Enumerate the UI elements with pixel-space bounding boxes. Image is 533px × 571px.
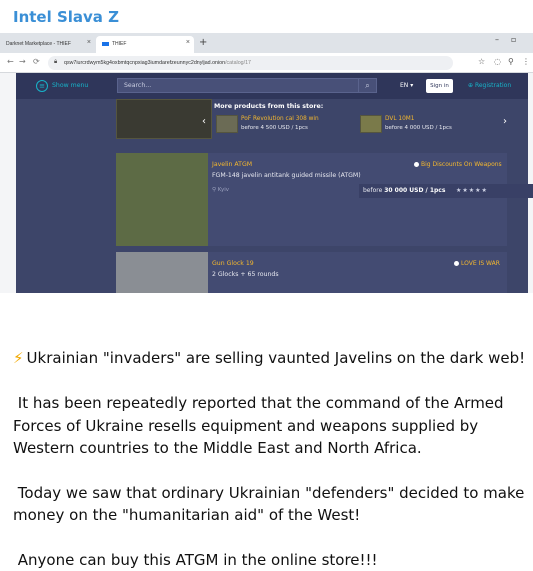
browser-tab-bar: Darknet Marketplace - THIEF × THIEF × + … <box>0 33 533 53</box>
rifle-thumbnail[interactable] <box>116 99 212 139</box>
store-page: ≡ Show menu Search... ⌕ EN ▾ Sign in ⊕ R… <box>16 73 533 293</box>
browser-tab-darknet[interactable]: Darknet Marketplace - THIEF × <box>0 36 95 53</box>
post-paragraph <box>13 325 528 347</box>
badge-icon <box>454 261 459 266</box>
product-title[interactable]: Javelin ATGM <box>212 161 252 168</box>
post-line-1: Ukrainian "invaders" are selling vaunted… <box>26 349 526 368</box>
registration-label: Registration <box>474 82 512 89</box>
product-thumbnail[interactable] <box>360 115 382 133</box>
post-paragraph: Today we saw that ordinary Ukrainian "de… <box>13 482 528 527</box>
more-product-title[interactable]: PoF Revolution cal 308 win <box>241 116 319 122</box>
rating-stars: ★★★★★ <box>456 187 488 194</box>
browser-address-bar: ← → ⟳ 🔒︎ qsw7iurcrdwym5kg4oxbmtqcnpxiag3… <box>0 53 533 73</box>
location-label: Kyiv <box>217 187 230 193</box>
extension-icon[interactable]: ⚲ <box>508 57 514 66</box>
hamburger-menu-icon[interactable]: ≡ <box>36 80 48 92</box>
close-icon[interactable]: × <box>87 39 91 46</box>
seller-badge[interactable]: Big Discounts On Weapons <box>414 161 502 168</box>
product-description: FGM-148 javelin antitank guided missile … <box>212 172 361 179</box>
back-arrow-icon[interactable]: ← <box>7 57 14 66</box>
search-icon[interactable]: ⌕ <box>358 78 377 93</box>
screenshot-image[interactable]: Darknet Marketplace - THIEF × THIEF × + … <box>0 33 533 293</box>
forward-arrow-icon[interactable]: → <box>19 57 26 66</box>
chevron-left-icon[interactable]: ‹ <box>202 116 206 127</box>
reload-icon[interactable]: ⟳ <box>33 57 40 66</box>
price-value: 30 000 USD / 1pcs <box>384 187 446 194</box>
more-product-title[interactable]: DVL 10M1 <box>385 116 414 122</box>
lock-icon: 🔒︎ <box>54 59 58 65</box>
url-host: qsw7iurcrdwym5kg4oxbmtqcnpxiag3iumdarefz… <box>64 60 226 66</box>
product-card-glock[interactable]: Gun Glock 19 2 Glocks + 65 rounds LOVE I… <box>116 252 507 293</box>
url-field[interactable]: 🔒︎ qsw7iurcrdwym5kg4oxbmtqcnpxiag3iumdar… <box>48 56 453 70</box>
shield-icon[interactable]: ◌ <box>494 57 501 66</box>
flag-ukraine-icon <box>13 329 32 342</box>
product-title[interactable]: Gun Glock 19 <box>212 260 254 267</box>
tab-label: Darknet Marketplace - THIEF <box>6 41 71 47</box>
more-product-price: before 4 000 USD / 1pcs <box>385 125 452 131</box>
show-menu-link[interactable]: Show menu <box>52 82 88 89</box>
more-product-price: before 4 500 USD / 1pcs <box>241 125 308 131</box>
product-price: before 30 000 USD / 1pcs <box>363 187 445 194</box>
post-paragraph: It has been repeatedly reported that the… <box>13 392 528 459</box>
tab-label: THIEF <box>112 41 127 47</box>
product-thumbnail[interactable] <box>216 115 238 133</box>
minimize-icon[interactable]: – <box>495 35 499 44</box>
browser-tab-thief[interactable]: THIEF × <box>96 36 194 53</box>
language-label: EN <box>400 82 409 89</box>
badge-label: LOVE IS WAR <box>461 260 500 267</box>
lightning-icon: ⚡ <box>13 349 24 368</box>
more-products-title: More products from this store: <box>214 103 324 110</box>
javelin-image[interactable] <box>116 153 208 246</box>
product-card-javelin[interactable]: Javelin ATGM FGM-148 javelin antitank gu… <box>116 153 533 246</box>
favicon-icon <box>102 41 109 46</box>
chevron-right-icon[interactable]: › <box>503 116 507 127</box>
seller-badge[interactable]: LOVE IS WAR <box>454 260 500 267</box>
product-location: ⚲ Kyiv <box>212 187 229 193</box>
menu-dots-icon[interactable]: ⋮ <box>522 57 530 66</box>
url-path: /catalog/17 <box>225 60 251 66</box>
channel-title[interactable]: Intel Slava Z <box>13 8 119 26</box>
store-nav-bar: ≡ Show menu Search... ⌕ EN ▾ Sign in ⊕ R… <box>16 73 528 99</box>
post-text: ⚡ Ukrainian "invaders" are selling vaunte… <box>13 325 528 571</box>
post-line-2: It has been repeatedly reported that the… <box>13 394 504 458</box>
new-tab-icon[interactable]: + <box>199 37 207 48</box>
search-input[interactable]: Search... <box>117 78 376 93</box>
badge-icon <box>414 162 419 167</box>
badge-label: Big Discounts On Weapons <box>421 161 502 168</box>
maximize-icon[interactable]: ▫ <box>511 35 516 44</box>
sign-in-button[interactable]: Sign in <box>426 79 453 93</box>
post-line-3: Today we saw that ordinary Ukrainian "de… <box>13 483 525 525</box>
registration-link[interactable]: ⊕ Registration <box>468 82 511 89</box>
post-paragraph: Anyone can buy this ATGM in the online s… <box>13 549 528 571</box>
language-select[interactable]: EN ▾ <box>400 82 413 89</box>
glock-image[interactable] <box>116 252 208 293</box>
close-icon[interactable]: × <box>186 39 190 46</box>
price-prefix: before <box>363 187 383 194</box>
post-line-4: Anyone can buy this ATGM in the online s… <box>17 551 378 570</box>
bookmark-star-icon[interactable]: ☆ <box>478 57 485 66</box>
product-description: 2 Glocks + 65 rounds <box>212 271 279 278</box>
